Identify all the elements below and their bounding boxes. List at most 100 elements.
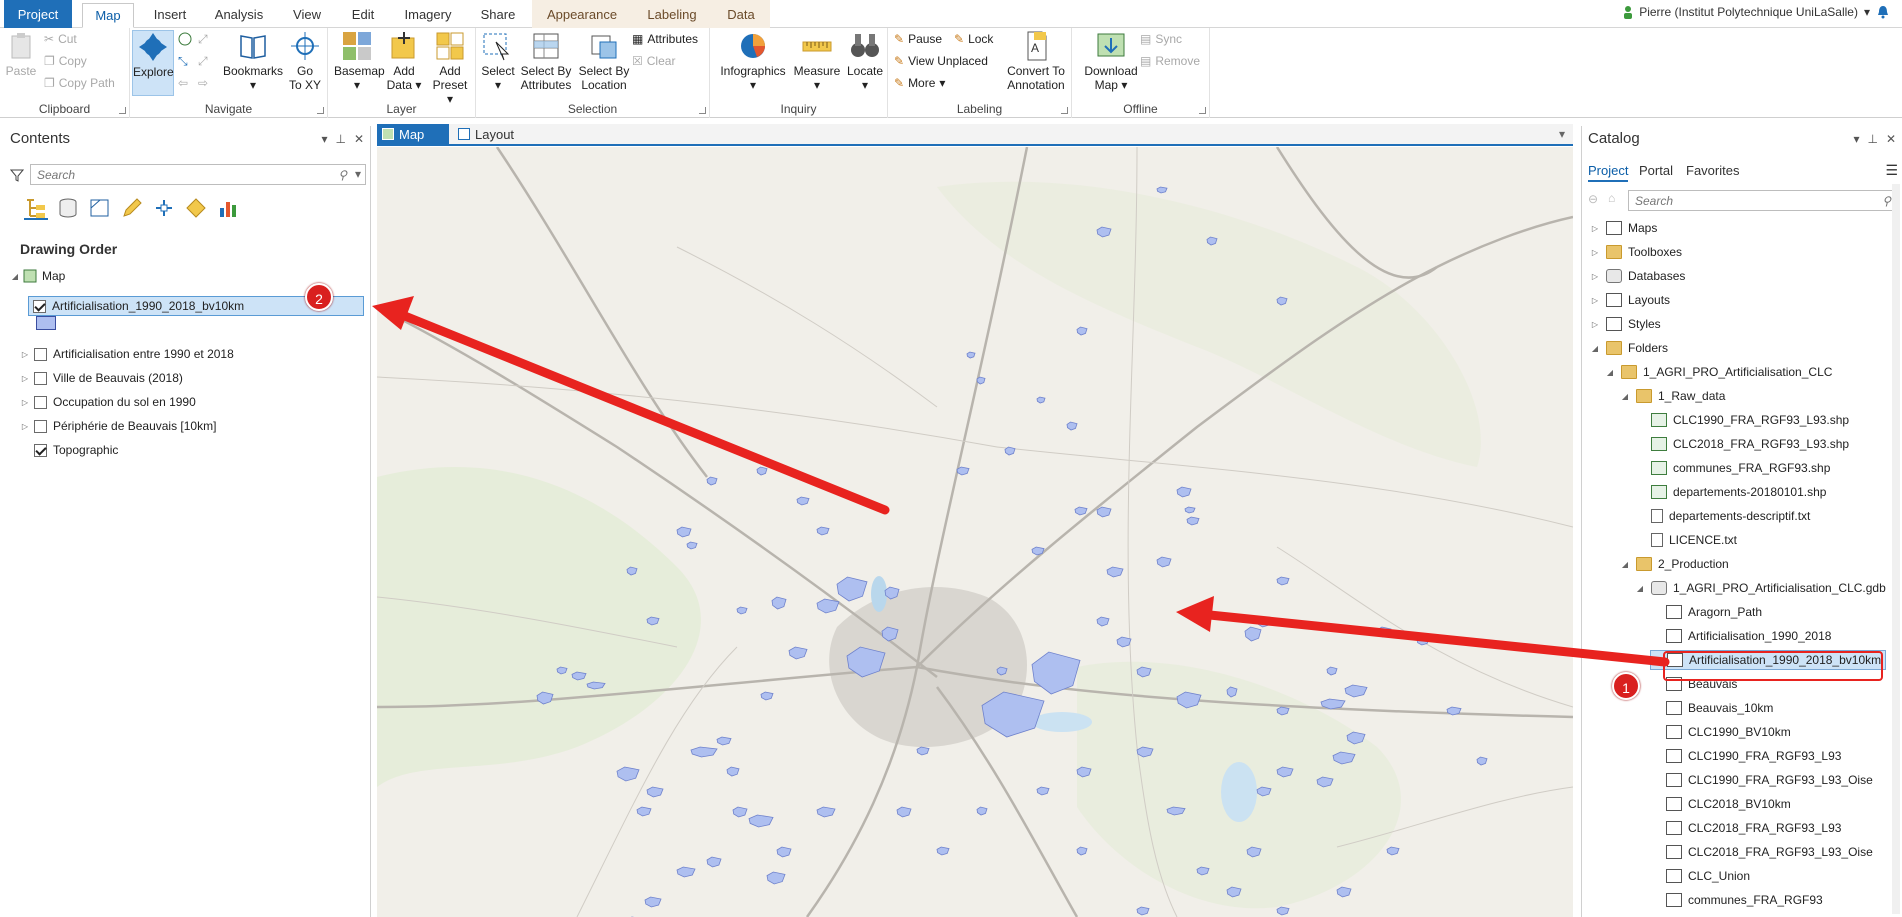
select-by-attributes-button[interactable]: Select By Attributes — [518, 30, 574, 92]
view-tabs-dropdown-icon[interactable]: ▾ — [1559, 127, 1565, 141]
add-data-button[interactable]: Add Data ▾ — [384, 30, 424, 92]
expand-icon[interactable]: ▷ — [20, 422, 30, 431]
paste-button[interactable]: Paste — [2, 30, 40, 78]
pane-menu-icon[interactable]: ▾ — [1853, 132, 1859, 146]
copy-path-button[interactable]: ❐ Copy Path — [44, 76, 115, 90]
more-labeling-button[interactable]: ✎ More ▾ — [894, 76, 945, 90]
tab-data[interactable]: Data — [712, 0, 770, 28]
list-by-source-icon[interactable] — [56, 196, 80, 220]
layer-visibility-checkbox[interactable] — [34, 347, 47, 361]
catalog-item[interactable]: ◢ 1_Raw_data — [1620, 386, 1725, 406]
cut-button[interactable]: ✂ Cut — [44, 32, 77, 46]
collapse-icon[interactable]: ◢ — [1605, 368, 1615, 377]
close-icon[interactable]: ✕ — [354, 132, 364, 146]
expand-icon[interactable]: ▷ — [1590, 248, 1600, 257]
catalog-tab-portal[interactable]: Portal — [1639, 163, 1673, 178]
remove-button[interactable]: ▤ Remove — [1140, 54, 1200, 68]
catalog-item[interactable]: communes_FRA_RGF93.shp — [1635, 458, 1830, 478]
tab-share[interactable]: Share — [472, 3, 524, 28]
sync-button[interactable]: ▤ Sync — [1140, 32, 1182, 46]
tab-labeling[interactable]: Labeling — [632, 0, 712, 28]
add-preset-button[interactable]: Add Preset ▾ — [428, 30, 472, 106]
catalog-menu-icon[interactable]: ☰ — [1885, 162, 1898, 179]
catalog-item[interactable]: CLC1990_FRA_RGF93_L93.shp — [1635, 410, 1849, 430]
catalog-item[interactable]: Artificialisation_1990_2018 — [1650, 626, 1831, 646]
catalog-item[interactable]: ▷ Maps — [1590, 218, 1657, 238]
tab-view[interactable]: View — [282, 3, 332, 28]
tab-insert[interactable]: Insert — [144, 3, 196, 28]
expand-icon[interactable]: ▷ — [1590, 296, 1600, 305]
home-icon[interactable]: ⌂ — [1608, 191, 1615, 205]
layer-row[interactable]: ▷ Ville de Beauvais (2018) — [20, 368, 183, 388]
bookmarks-button[interactable]: Bookmarks ▾ — [222, 30, 284, 92]
notification-bell-icon[interactable] — [1876, 5, 1890, 19]
full-extent-button[interactable] — [178, 32, 193, 47]
collapse-icon[interactable]: ◢ — [1620, 560, 1630, 569]
catalog-item[interactable]: CLC1990_FRA_RGF93_L93_Oise — [1650, 770, 1873, 790]
fixed-zoom-button[interactable]: ⤢ — [198, 32, 208, 47]
catalog-item[interactable]: CLC1990_BV10km — [1650, 722, 1791, 742]
catalog-tab-favorites[interactable]: Favorites — [1686, 163, 1739, 178]
catalog-item[interactable]: CLC2018_FRA_RGF93_L93 — [1650, 818, 1841, 838]
expand-icon[interactable]: ▷ — [20, 374, 30, 383]
close-icon[interactable]: ✕ — [1886, 132, 1896, 146]
list-by-labeling-icon[interactable] — [184, 196, 208, 220]
layer-symbol-swatch[interactable] — [36, 316, 56, 330]
catalog-item[interactable]: CLC1990_FRA_RGF93_L93 — [1650, 746, 1841, 766]
catalog-item[interactable]: Beauvais_10km — [1650, 698, 1773, 718]
tab-imagery[interactable]: Imagery — [394, 3, 462, 28]
catalog-item[interactable]: LICENCE.txt — [1635, 530, 1737, 550]
layer-row[interactable]: ▷ Périphérie de Beauvais [10km] — [20, 416, 217, 436]
labeling-launcher-icon[interactable] — [1061, 107, 1068, 114]
catalog-item[interactable]: communes_FRA_RGF93 — [1650, 890, 1823, 910]
clear-selection-button[interactable]: ☒ Clear — [632, 54, 675, 68]
zoom-in-button[interactable]: ⤡ — [178, 54, 188, 69]
tab-project[interactable]: Project — [4, 0, 72, 28]
tab-analysis[interactable]: Analysis — [206, 3, 272, 28]
list-by-drawing-order-icon[interactable] — [24, 196, 48, 220]
list-by-charts-icon[interactable] — [216, 196, 240, 220]
contents-search-input[interactable]: Search ⚲ ▾ — [30, 164, 366, 185]
layer-row[interactable]: ▷ Artificialisation entre 1990 et 2018 — [20, 344, 234, 364]
download-map-button[interactable]: Download Map ▾ — [1082, 30, 1140, 92]
list-by-editing-icon[interactable] — [120, 196, 144, 220]
catalog-tab-project[interactable]: Project — [1588, 163, 1629, 182]
catalog-item[interactable]: Artificialisation_1990_2018_bv10km — [1650, 650, 1887, 670]
view-unplaced-button[interactable]: ✎ View Unplaced — [894, 54, 988, 68]
collapse-icon[interactable]: ◢ — [1590, 344, 1600, 353]
copy-button[interactable]: ❐ Copy — [44, 54, 87, 68]
layer-row[interactable]: Topographic — [20, 440, 118, 460]
explore-button[interactable]: Explore — [132, 30, 174, 96]
expand-icon[interactable]: ▷ — [1590, 224, 1600, 233]
expand-icon[interactable]: ▷ — [1590, 320, 1600, 329]
convert-to-annotation-button[interactable]: A Convert To Annotation — [1002, 30, 1070, 92]
catalog-item[interactable]: CLC2018_FRA_RGF93_L93.shp — [1635, 434, 1849, 454]
catalog-item[interactable]: ▷ Databases — [1590, 266, 1685, 286]
catalog-item[interactable]: ◢ Folders — [1590, 338, 1668, 358]
catalog-item[interactable]: CLC_Union — [1650, 866, 1750, 886]
filter-icon[interactable] — [10, 168, 24, 182]
layer-row[interactable]: ▷ Occupation du sol en 1990 — [20, 392, 196, 412]
map-node[interactable]: ◢ Map — [10, 266, 65, 286]
catalog-item[interactable]: Beauvais — [1650, 674, 1737, 694]
basemap-button[interactable]: Basemap ▾ — [334, 30, 385, 92]
tab-edit[interactable]: Edit — [342, 3, 384, 28]
expand-icon[interactable]: ▷ — [1590, 272, 1600, 281]
tab-map-view[interactable]: Map ✕ — [377, 124, 449, 163]
select-by-location-button[interactable]: Select By Location — [576, 30, 632, 92]
expand-icon[interactable]: ▷ — [20, 398, 30, 407]
layer-visibility-checkbox[interactable] — [34, 371, 47, 385]
catalog-item[interactable]: departements-20180101.shp — [1635, 482, 1826, 502]
collapse-icon[interactable]: ◢ — [1635, 584, 1645, 593]
tab-layout-view[interactable]: Layout — [453, 124, 523, 146]
forward-button[interactable]: ⇨ — [198, 76, 208, 90]
catalog-scrollbar[interactable] — [1892, 184, 1900, 914]
catalog-item[interactable]: ▷ Styles — [1590, 314, 1661, 334]
collapse-icon[interactable]: ◢ — [1620, 392, 1630, 401]
catalog-item[interactable]: departements-descriptif.txt — [1635, 506, 1810, 526]
navigate-launcher-icon[interactable] — [317, 107, 324, 114]
catalog-item[interactable]: ▷ Toolboxes — [1590, 242, 1682, 262]
pin-icon[interactable]: ⊥ — [1867, 132, 1877, 146]
select-button[interactable]: Select ▾ — [480, 30, 516, 92]
measure-button[interactable]: Measure ▾ — [792, 30, 842, 92]
